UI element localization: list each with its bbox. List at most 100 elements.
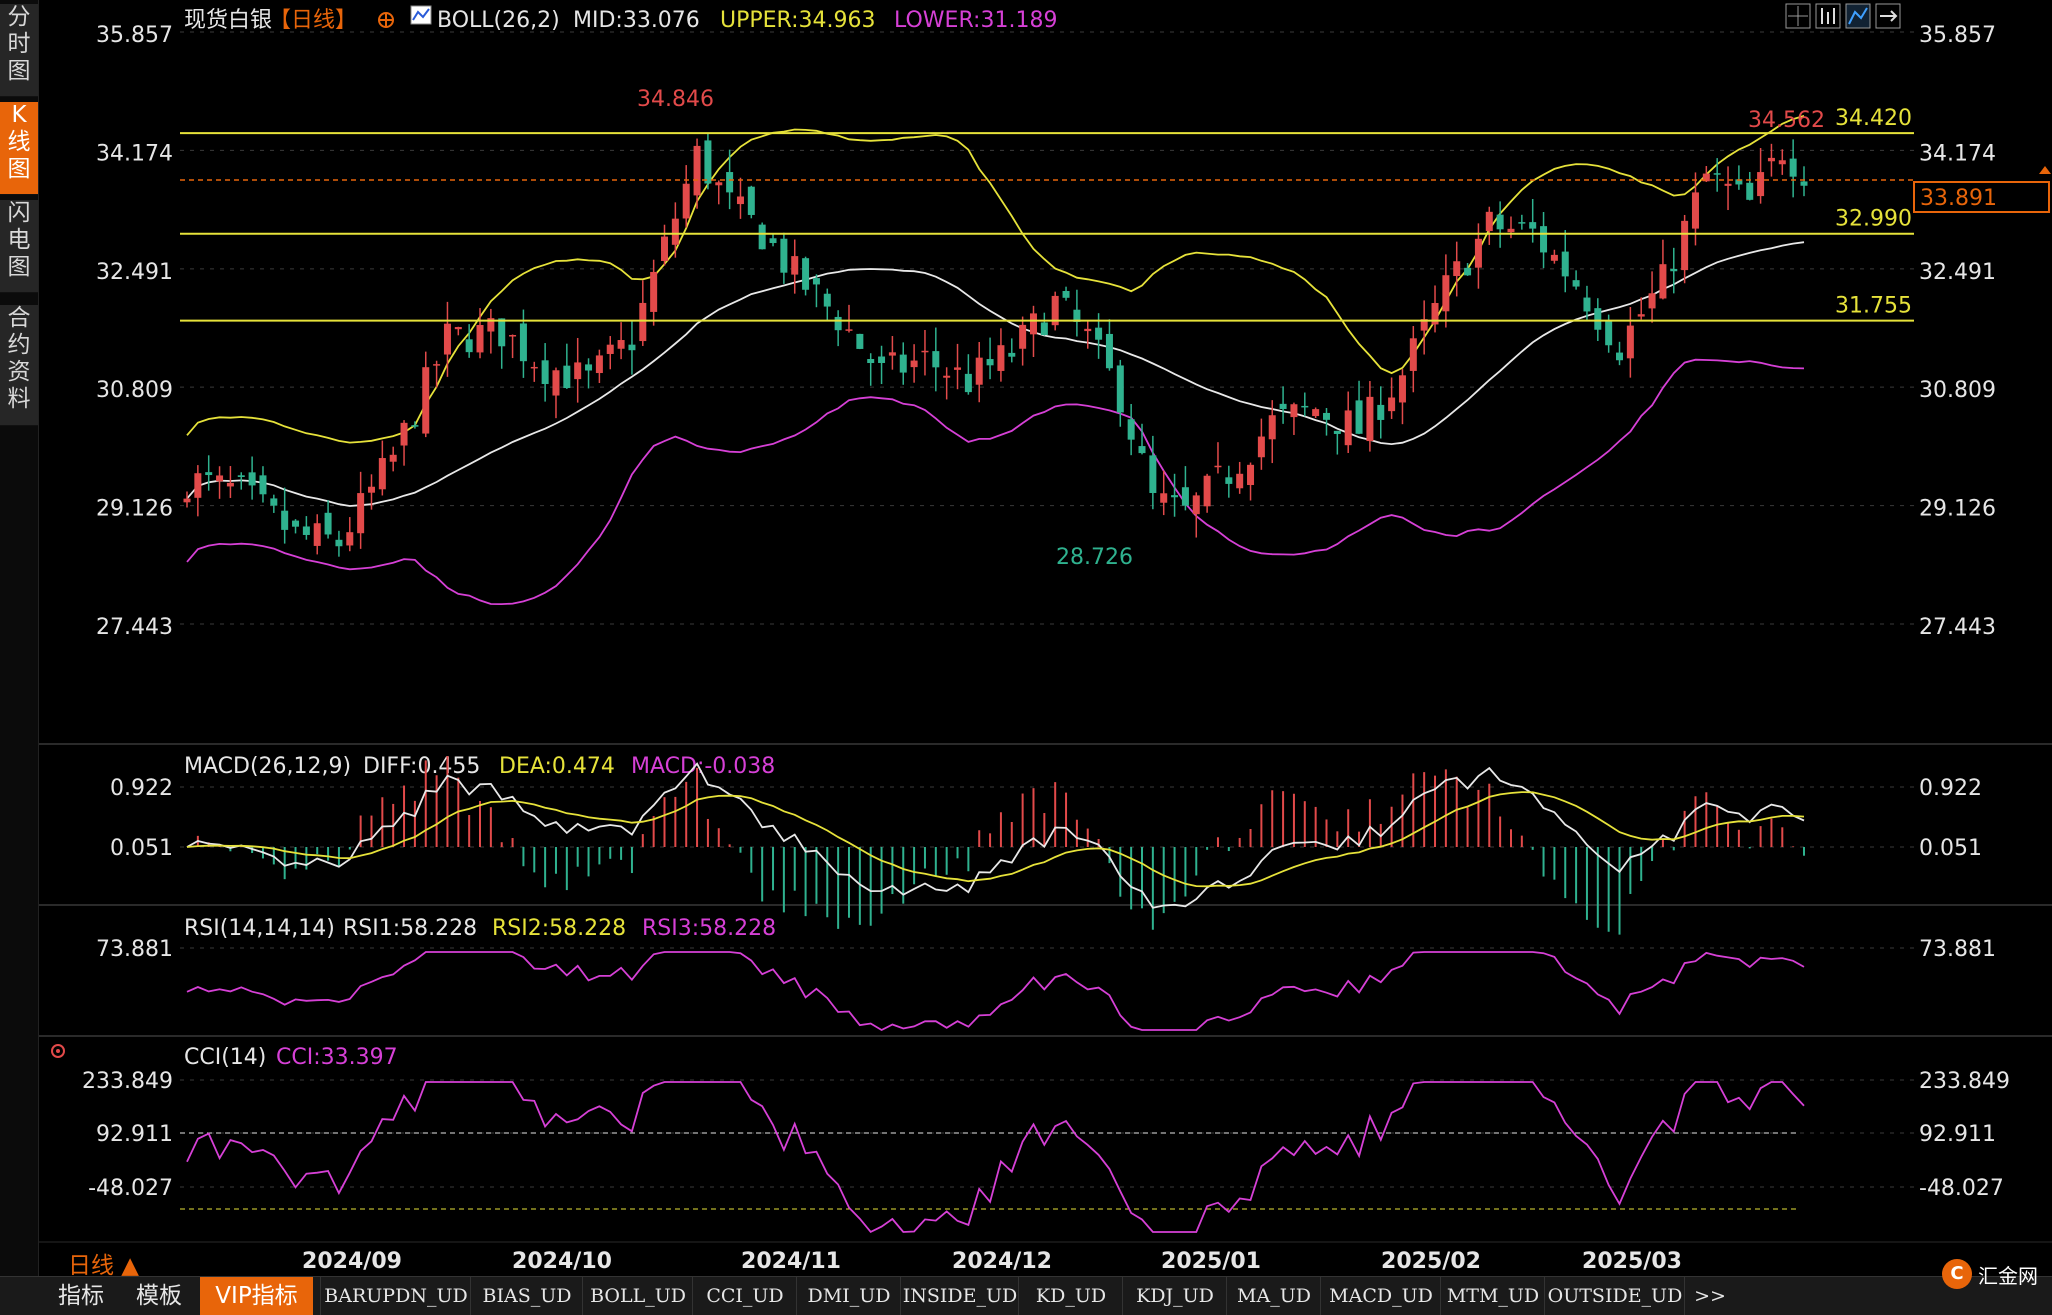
macd-tick-left: 0.051 [110, 836, 173, 861]
candle-body [1550, 254, 1558, 261]
candle-body [1290, 404, 1298, 418]
target-icon[interactable] [378, 12, 394, 28]
tab-indicators[interactable]: 指标 [46, 1277, 116, 1315]
candle-body [1398, 375, 1406, 403]
line-chart-icon[interactable] [1845, 3, 1871, 29]
candle-body [1789, 158, 1797, 177]
cci-tick-right: 92.911 [1919, 1122, 1996, 1147]
indicator-tab-boll-ud[interactable]: BOLL_UD [582, 1277, 693, 1315]
cci-tick-left: 233.849 [82, 1069, 173, 1094]
time-tick: 2025/01 [1161, 1249, 1261, 1274]
candle-body [682, 183, 690, 219]
candle-body [845, 329, 853, 331]
time-tick: 2024/12 [952, 1249, 1052, 1274]
tab-time-chart[interactable]: 分 时 图 [0, 4, 38, 97]
candle-body [1659, 264, 1667, 299]
candle-body [378, 458, 386, 490]
candle-body [791, 256, 799, 275]
rsi-tick-left: 73.881 [96, 937, 173, 962]
chart-area[interactable]: 现货白银 【日线】 BOLL(26,2) MID:33.076 UPPER:34… [39, 0, 2052, 1279]
tab-templates[interactable]: 模板 [124, 1277, 194, 1315]
tab-vip-indicators[interactable]: VIP指标 [200, 1277, 313, 1315]
instrument-title: 现货白银 [184, 8, 272, 33]
candle-body [856, 333, 864, 349]
candle-body [1084, 328, 1092, 332]
tab-flash-chart[interactable]: 闪 电 图 [0, 200, 38, 293]
tab-kline-chart[interactable]: K 线 图 [0, 102, 38, 195]
boll-label: BOLL(26,2) [437, 8, 560, 33]
candle-body [1247, 464, 1255, 486]
candle-body [1442, 275, 1450, 312]
macd-dea: DEA:0.474 [499, 754, 615, 779]
candle-body [954, 367, 962, 370]
price-tick-right: 34.174 [1919, 141, 1996, 166]
price-tick-right: 35.857 [1919, 23, 1996, 48]
indicator-tab-mtm-ud[interactable]: MTM_UD [1440, 1277, 1545, 1315]
bar-chart-icon[interactable] [1815, 3, 1841, 29]
candle-body [986, 359, 994, 366]
candle-body [1333, 430, 1341, 434]
candle-body [1594, 308, 1602, 330]
price-tick-right: 32.491 [1919, 260, 1996, 285]
candle-body [1767, 157, 1775, 162]
candle-body [769, 238, 777, 244]
indicator-icon[interactable] [410, 5, 432, 25]
tab-contract-info[interactable]: 合 约 资 料 [0, 305, 38, 426]
candle-body [443, 323, 451, 355]
boll-mid-line [186, 241, 1805, 507]
candle-body [921, 350, 929, 353]
candle-body [1496, 214, 1504, 230]
candle-body [758, 224, 766, 250]
indicator-tab-kd-ud[interactable]: KD_UD [1018, 1277, 1123, 1315]
candle-body [357, 493, 365, 534]
candle-body [237, 475, 245, 477]
price-tick-left: 27.443 [96, 615, 173, 640]
rsi1-value: RSI1:58.228 [343, 916, 477, 941]
candle-body [433, 364, 441, 366]
candle-body [1800, 181, 1808, 186]
indicator-tab-bias-ud[interactable]: BIAS_UD [470, 1277, 583, 1315]
indicator-tab--[interactable]: >> [1684, 1277, 1735, 1315]
candle-body [292, 520, 300, 527]
indicator-tab-dmi-ud[interactable]: DMI_UD [796, 1277, 901, 1315]
candle-body [194, 473, 202, 498]
period-selector[interactable]: 日线 ▲ [68, 1253, 139, 1279]
candle-body [1670, 268, 1678, 272]
indicator-tab-cci-ud[interactable]: CCI_UD [692, 1277, 797, 1315]
candle-body [270, 498, 278, 506]
candle-body [1040, 322, 1048, 335]
indicator-tab-outside-ud[interactable]: OUTSIDE_UD [1544, 1277, 1685, 1315]
settings-dot-icon[interactable] [51, 1044, 65, 1058]
candle-body [1203, 475, 1211, 507]
arrow-right-icon[interactable] [1875, 3, 1901, 29]
candle-body [1605, 321, 1613, 346]
left-sidebar: 分 时 图 K 线 图 闪 电 图 合 约 资 料 [0, 0, 39, 1276]
kline-chart-svg[interactable]: 现货白银 【日线】 BOLL(26,2) MID:33.076 UPPER:34… [39, 0, 2052, 1279]
price-tick-left: 32.491 [96, 260, 173, 285]
candle-body [1507, 228, 1515, 233]
indicator-tab-kdj-ud[interactable]: KDJ_UD [1122, 1277, 1227, 1315]
price-tick-right: 27.443 [1919, 615, 1996, 640]
candle-body [726, 172, 734, 193]
candle-body [867, 359, 875, 364]
candle-body [302, 526, 310, 535]
cci-title: CCI(14) [184, 1045, 266, 1070]
macd-panel: 0.922 0.922 0.051 0.051 [110, 756, 1982, 935]
candle-body [1583, 297, 1591, 312]
candle-body [1355, 400, 1363, 434]
candle-body [205, 472, 213, 476]
candle-body [715, 182, 723, 186]
candle-body [1312, 409, 1320, 417]
indicator-tab-macd-ud[interactable]: MACD_UD [1320, 1277, 1441, 1315]
candle-body [1105, 333, 1113, 369]
grid-icon[interactable] [1785, 3, 1811, 29]
level-label: 31.755 [1835, 294, 1912, 319]
indicator-tab-barupdn-ud[interactable]: BARUPDN_UD [320, 1277, 471, 1315]
indicator-tab-ma-ud[interactable]: MA_UD [1226, 1277, 1321, 1315]
candle-body [1681, 220, 1689, 271]
candle-body [1561, 251, 1569, 277]
candle-body [595, 355, 603, 374]
candlesticks [183, 133, 1808, 557]
candle-body [1746, 182, 1754, 200]
indicator-tab-inside-ud[interactable]: INSIDE_UD [900, 1277, 1019, 1315]
